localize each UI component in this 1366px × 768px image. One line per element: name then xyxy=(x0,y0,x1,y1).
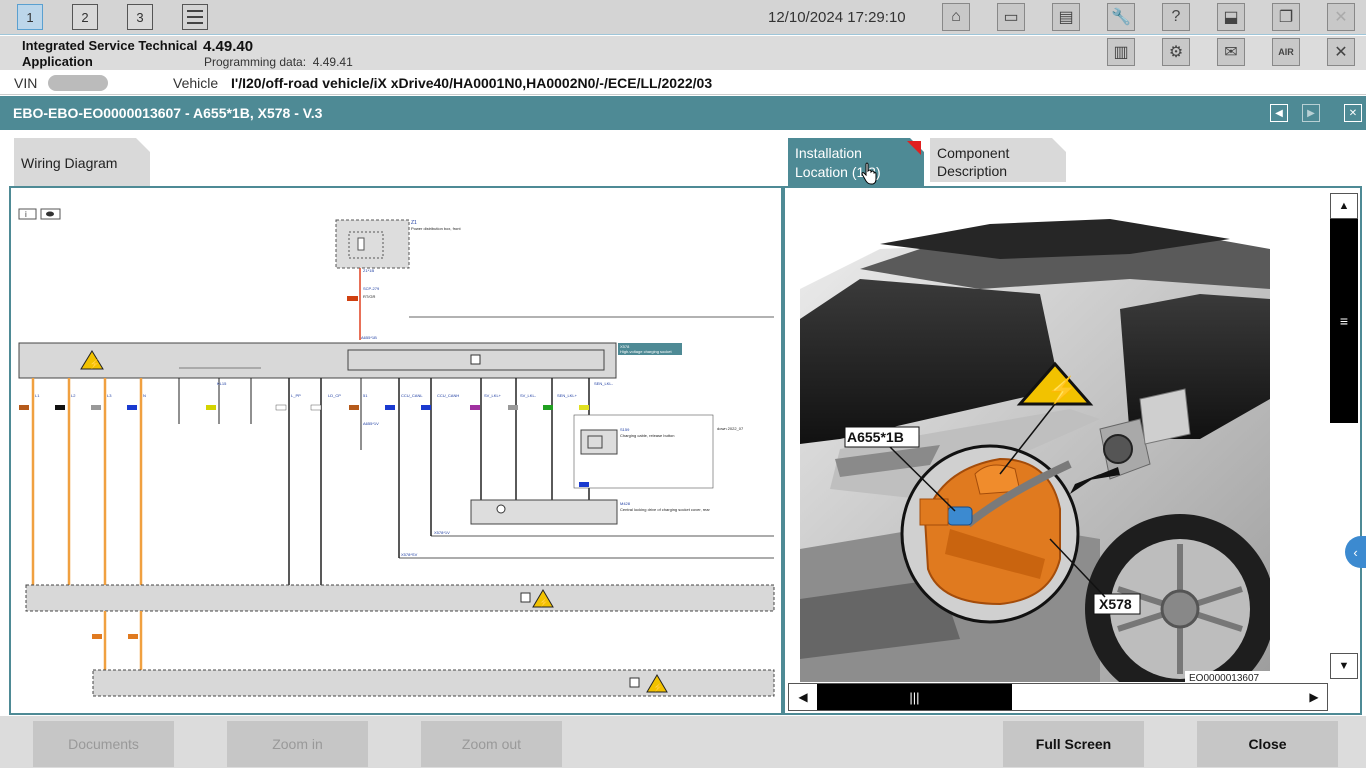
vehicle-label: Vehicle xyxy=(173,75,219,91)
svg-text:51: 51 xyxy=(363,393,368,398)
gear-icon[interactable]: ⚙ xyxy=(1162,38,1190,66)
svg-text:X578*SV: X578*SV xyxy=(401,552,418,557)
minimize-icon[interactable]: ⬓ xyxy=(1217,3,1245,31)
svg-text:SEN_LKL+: SEN_LKL+ xyxy=(557,393,578,398)
close-document-icon[interactable]: ✕ xyxy=(1344,104,1362,122)
vehicle-bar: VIN Vehicle I'/I20/off-road vehicle/iX x… xyxy=(0,71,1366,95)
horizontal-scrollbar[interactable]: ◀ ||| ▶ xyxy=(788,683,1328,711)
datetime: 12/10/2024 17:29:10 xyxy=(768,9,906,26)
vertical-scroll-thumb[interactable]: ≡ xyxy=(1330,219,1358,423)
zoom-out-button[interactable]: Zoom out xyxy=(421,721,562,767)
scroll-left-icon[interactable]: ◀ xyxy=(789,684,817,710)
z1-component xyxy=(335,219,410,269)
tab-component-description[interactable]: Component Description xyxy=(930,138,1066,182)
installation-image: ⚡ xyxy=(800,219,1270,682)
svg-text:SV_LKL-: SV_LKL- xyxy=(520,393,537,398)
documents-button[interactable]: Documents xyxy=(33,721,174,767)
wrench-icon[interactable]: 🔧 xyxy=(1107,3,1135,31)
svg-text:X578*1V: X578*1V xyxy=(434,530,450,535)
document-title-bar: EBO-EBO-EO0000013607 - A655*1B, X578 - V… xyxy=(0,96,1366,130)
svg-text:⚡: ⚡ xyxy=(653,682,663,692)
svg-text:SCP-279: SCP-279 xyxy=(363,286,380,291)
vehicle-value: I'/I20/off-road vehicle/iX xDrive40/HA00… xyxy=(231,75,713,91)
restore-icon[interactable]: ❐ xyxy=(1272,3,1300,31)
home-icon[interactable]: ⌂ xyxy=(942,3,970,31)
task-list-button[interactable] xyxy=(182,4,208,30)
mail-icon[interactable]: ✉ xyxy=(1217,38,1245,66)
svg-text:⚡: ⚡ xyxy=(539,597,549,607)
zoom-in-button[interactable]: Zoom in xyxy=(227,721,368,767)
svg-text:CCU_CANH: CCU_CANH xyxy=(437,393,459,398)
svg-text:SV_LKL+: SV_LKL+ xyxy=(484,393,502,398)
scroll-down-icon[interactable]: ▼ xyxy=(1330,653,1358,679)
svg-text:SEN_LKL-: SEN_LKL- xyxy=(594,381,614,386)
previous-icon[interactable]: ◀ xyxy=(1270,104,1288,122)
svg-text:L3: L3 xyxy=(107,393,112,398)
m428-desc: Central locking drive of charging socket… xyxy=(620,507,710,512)
close-button[interactable]: Close xyxy=(1197,721,1338,767)
svg-text:Z1*1B: Z1*1B xyxy=(363,268,374,273)
vertical-scrollbar[interactable]: ▲ ≡ ▼ xyxy=(1330,193,1358,680)
close-app-icon[interactable]: ✕ xyxy=(1327,38,1355,66)
label-x578: X578 xyxy=(1099,596,1132,612)
air-search-icon[interactable]: AIR xyxy=(1272,38,1300,66)
session-tab-2[interactable]: 2 xyxy=(72,4,98,30)
session-tab-1[interactable]: 1 xyxy=(17,4,43,30)
programming-data: Programming data: 4.49.41 xyxy=(204,55,353,69)
z1-desc: Power distribution box, front xyxy=(411,226,461,231)
vehicle-id-icon[interactable]: ▭ xyxy=(997,3,1025,31)
top-bar: 1 2 3 12/10/2024 17:29:10 ⌂ ▭ ▤ 🔧 ? ⬓ ❐ … xyxy=(0,0,1366,35)
active-marker xyxy=(907,141,921,155)
x578-desc: High-voltage charging socket xyxy=(620,349,672,354)
next-icon[interactable]: ▶ xyxy=(1302,104,1320,122)
full-screen-button[interactable]: Full Screen xyxy=(1003,721,1144,767)
bottom-bar: Documents Zoom in Zoom out Full Screen C… xyxy=(0,716,1366,768)
vin-label: VIN xyxy=(14,75,38,91)
svg-text:down 2022_07: down 2022_07 xyxy=(717,426,744,431)
svg-text:LD_CP: LD_CP xyxy=(328,393,341,398)
svg-text:N: N xyxy=(143,393,146,398)
scroll-up-icon[interactable]: ▲ xyxy=(1330,193,1358,219)
help-icon[interactable]: ? xyxy=(1162,3,1190,31)
svg-text:L1: L1 xyxy=(35,393,40,398)
svg-text:KL15: KL15 xyxy=(217,381,227,386)
s159-desc: Charging cable, release button xyxy=(620,433,674,438)
hand-cursor-icon xyxy=(861,162,877,185)
app-name: Integrated Service Technical Application xyxy=(22,38,198,69)
close-window-icon[interactable]: ✕ xyxy=(1327,3,1355,31)
app-bar: Integrated Service Technical Application… xyxy=(0,36,1366,70)
vin-value xyxy=(48,75,108,91)
print-icon[interactable]: ▤ xyxy=(1052,3,1080,31)
svg-text:⚡: ⚡ xyxy=(89,358,100,370)
scroll-right-icon[interactable]: ▶ xyxy=(1300,684,1328,710)
svg-text:i: i xyxy=(25,210,27,219)
document-title: EBO-EBO-EO0000013607 - A655*1B, X578 - V… xyxy=(13,105,323,121)
svg-text:A655*1V: A655*1V xyxy=(363,421,379,426)
documents-icon[interactable]: ▥ xyxy=(1107,38,1135,66)
info-icon[interactable] xyxy=(18,208,37,220)
app-version: 4.49.40 xyxy=(203,38,254,55)
svg-text:L_PP: L_PP xyxy=(291,393,301,398)
svg-text:CCU_CANL: CCU_CANL xyxy=(401,393,423,398)
wiring-diagram-panel[interactable]: i Z1 Power distribution box, front Z1*1B… xyxy=(9,186,783,715)
a655-label: A655*1B xyxy=(361,335,377,340)
svg-text:L2: L2 xyxy=(71,393,76,398)
tab-installation-location[interactable]: Installation Location (1/3) xyxy=(788,138,924,186)
warning-icon: ⚡ xyxy=(1046,375,1078,406)
horizontal-scroll-thumb[interactable]: ||| xyxy=(817,684,1012,710)
tab-wiring-diagram[interactable]: Wiring Diagram xyxy=(14,138,150,186)
label-a655: A655*1B xyxy=(847,429,904,445)
s159-label: S159 xyxy=(620,427,630,432)
session-tab-3[interactable]: 3 xyxy=(127,4,153,30)
m428-label: M428 xyxy=(620,501,631,506)
svg-text:RT/GR: RT/GR xyxy=(363,294,375,299)
